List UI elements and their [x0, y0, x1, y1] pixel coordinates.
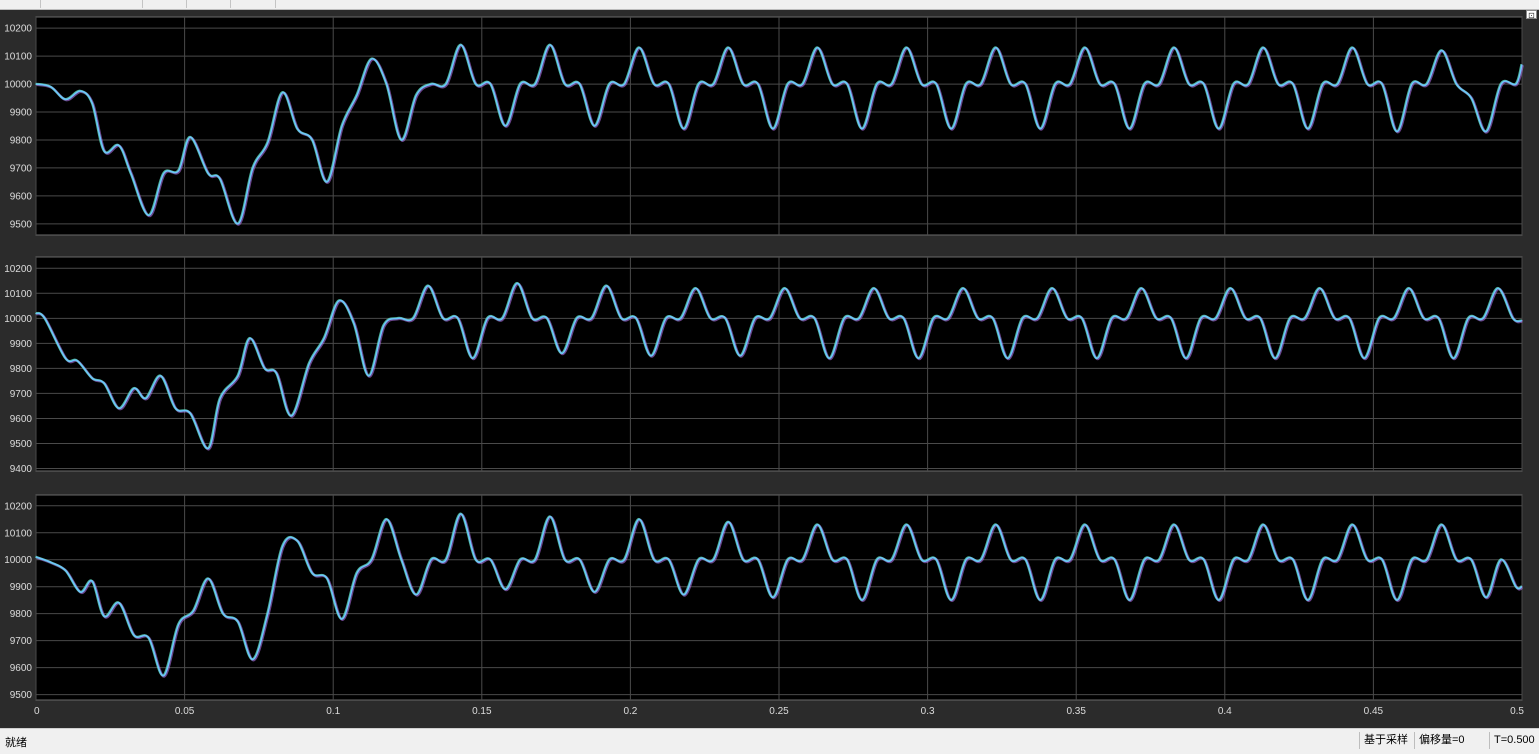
toolbar-separator: [275, 0, 276, 8]
scope-panel-2: 9400 9500 9600 9700 9800 9900 10000 10100 10200: [4, 256, 1523, 475]
y-tick-label: 10100: [4, 528, 32, 539]
y-tick-label: 9500: [10, 439, 33, 450]
y-tick-label: 9700: [10, 389, 33, 400]
x-tick-label: 0.35: [1066, 706, 1086, 717]
toolbar-separator: [40, 0, 41, 8]
x-tick-label: 0.25: [769, 706, 789, 717]
y-tick-label: 10000: [4, 555, 32, 566]
x-tick-label: 0.3: [921, 706, 935, 717]
x-tick-label: 0.15: [472, 706, 492, 717]
y-tick-label: 10100: [4, 289, 32, 300]
y-tick-label: 9400: [10, 464, 33, 475]
scope-plots: 9500960097009800990010000101001020094009…: [4, 16, 1524, 717]
y-tick-label: 9900: [10, 582, 33, 593]
x-tick-label: 0.2: [623, 706, 637, 717]
x-tick-label: 0.5: [1510, 706, 1524, 717]
toolbar-separator: [142, 0, 143, 8]
y-tick-label: 10200: [4, 24, 32, 35]
scope-panel-1: 9500 9600 9700 9800 9900 10000 10100 10200: [4, 16, 1524, 236]
x-tick-label: 0.1: [326, 706, 340, 717]
y-tick-label: 10200: [4, 264, 32, 275]
toolbar-separator: [230, 0, 231, 8]
toolbar-separator: [186, 0, 187, 8]
y-tick-label: 9800: [10, 609, 33, 620]
x-tick-label: 0.45: [1364, 706, 1384, 717]
y-tick-label: 9600: [10, 663, 33, 674]
y-tick-label: 9700: [10, 636, 33, 647]
y-tick-label: 9800: [10, 364, 33, 375]
sampling-mode: 基于采样: [1359, 732, 1412, 749]
toolbar: [0, 0, 1539, 10]
y-tick-label: 9800: [10, 135, 33, 146]
y-tick-label: 10000: [4, 80, 32, 91]
scope-panel-3: 9500 9600 9700 9800 9900 10000 10100 10200 0 0.05…: [4, 494, 1524, 717]
y-tick-label: 9500: [10, 219, 33, 230]
y-tick-label: 9600: [10, 414, 33, 425]
y-tick-label: 9600: [10, 191, 33, 202]
x-tick-label: 0.05: [175, 706, 195, 717]
x-tick-label: 0.4: [1218, 706, 1232, 717]
y-tick-label: 9700: [10, 163, 33, 174]
y-tick-label: 10000: [4, 314, 32, 325]
simulation-time: T=0.500: [1489, 732, 1539, 749]
y-tick-label: 9500: [10, 690, 33, 701]
status-text: 就绪: [5, 737, 27, 749]
scope-display: 9500 9600 9700 9800 9900 10000 10100 10200 9400 9…: [0, 10, 1539, 728]
status-bar: 就绪 基于采样 偏移量=0 T=0.500: [0, 728, 1539, 754]
y-tick-label: 10100: [4, 52, 32, 63]
restore-window-icon[interactable]: ⊡: [1526, 10, 1537, 20]
y-tick-label: 10200: [4, 501, 32, 512]
y-tick-label: 9900: [10, 108, 33, 119]
y-tick-label: 9900: [10, 339, 33, 350]
x-tick-label: 0: [34, 706, 40, 717]
offset-value: 偏移量=0: [1414, 732, 1469, 749]
